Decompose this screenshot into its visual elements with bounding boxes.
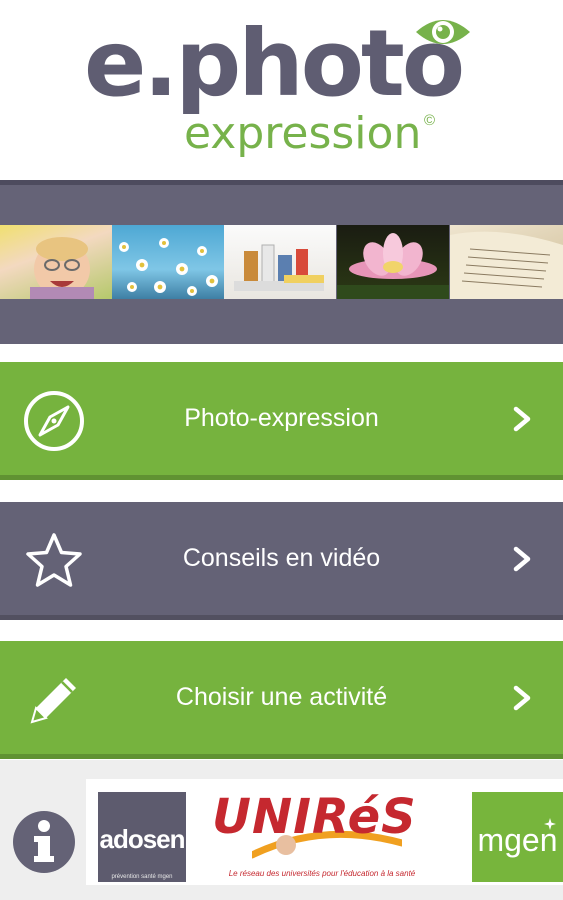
- copyright-mark: ©: [424, 112, 436, 129]
- waterlily-photo: [337, 225, 449, 299]
- adosen-logo[interactable]: adosen prévention santé mgen: [98, 792, 186, 882]
- daisies-photo: [112, 225, 224, 299]
- adosen-tagline: prévention santé mgen: [111, 874, 173, 880]
- menu-item-label: Choisir une activité: [175, 683, 388, 711]
- unires-tagline: Le réseau des universités pour l'éducati…: [228, 869, 416, 878]
- star-icon: [26, 533, 82, 587]
- row-divider: [0, 475, 563, 480]
- medicines-photo: [224, 225, 336, 299]
- chevron-right-icon: [513, 406, 531, 432]
- app-logo: e.photo expression ©: [0, 0, 563, 180]
- unires-logo[interactable]: UNIRéS Le réseau des universités pour l'…: [192, 789, 452, 885]
- child-photo: [0, 225, 112, 299]
- book-photo: [450, 225, 563, 299]
- partner-logos: adosen prévention santé mgen UNIRéS Le r…: [86, 779, 563, 885]
- info-icon[interactable]: [12, 810, 76, 874]
- strip-divider: [0, 180, 563, 185]
- mgen-logo[interactable]: mgen: [472, 792, 563, 882]
- eye-icon: [416, 20, 470, 44]
- menu-item-photo-expression[interactable]: Photo-expression: [0, 362, 563, 480]
- logo-subtitle: expression: [184, 108, 422, 159]
- row-divider: [0, 754, 563, 759]
- menu-item-conseils-video[interactable]: Conseils en vidéo: [0, 502, 563, 620]
- adosen-name: adosen: [99, 824, 185, 854]
- pencil-icon: [30, 678, 76, 724]
- unires-name: UNIRéS: [212, 789, 417, 845]
- row-divider: [0, 615, 563, 620]
- chevron-right-icon: [513, 685, 531, 711]
- menu-item-label: Conseils en vidéo: [182, 544, 381, 572]
- chevron-right-icon: [513, 546, 531, 572]
- photo-strip: [0, 180, 563, 344]
- menu-item-label: Photo-expression: [184, 404, 379, 432]
- compass-icon: [24, 391, 84, 451]
- mgen-star-icon: [544, 818, 556, 830]
- menu-item-choisir-activite[interactable]: Choisir une activité: [0, 641, 563, 759]
- logo-title: e.photo: [84, 10, 465, 117]
